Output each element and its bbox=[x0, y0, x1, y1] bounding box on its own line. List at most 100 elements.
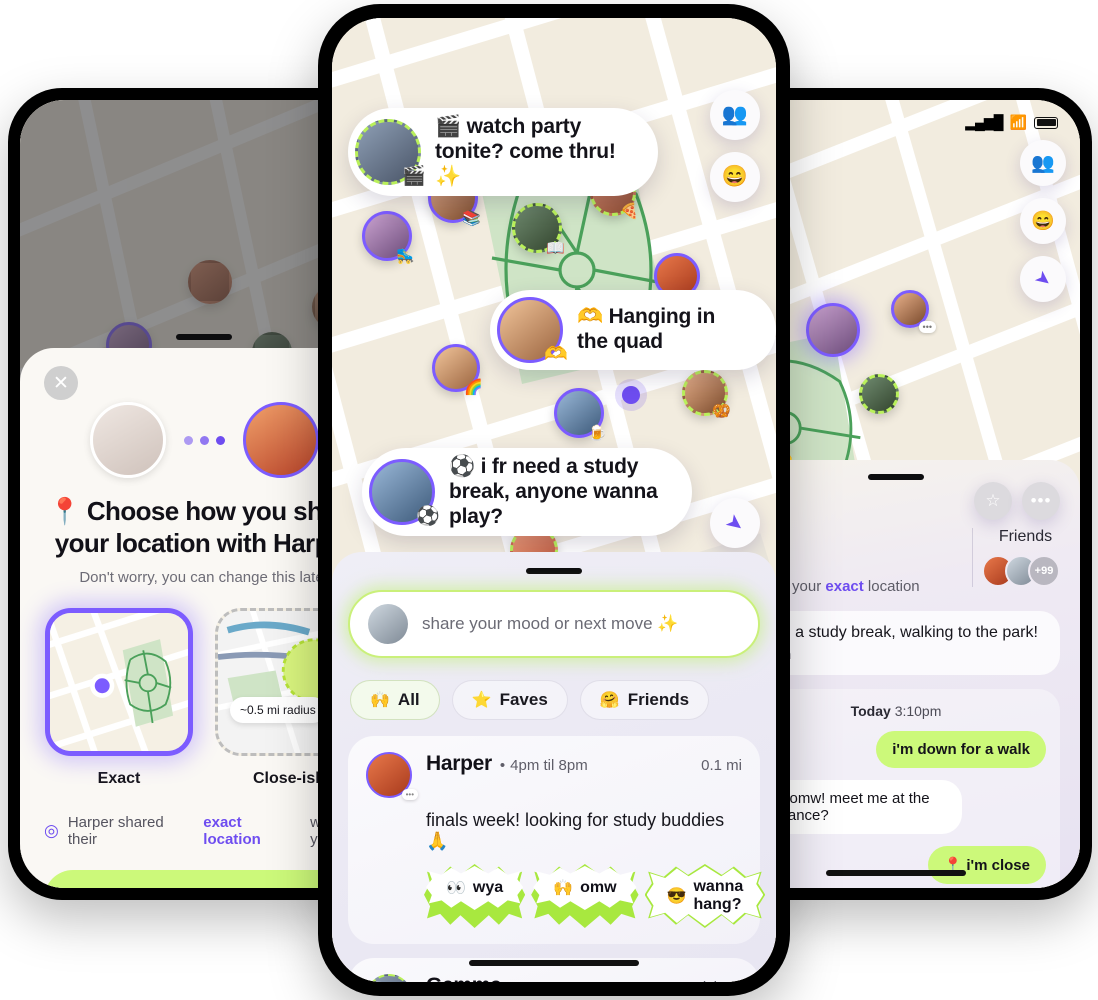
emoji-icon: 😄 bbox=[721, 165, 749, 188]
chat-bubble-badge: ••• bbox=[401, 789, 418, 800]
feed-card-header: ••• Harper • 4pm til 8pm 0.1 mi bbox=[366, 752, 742, 800]
people-icon: 👥 bbox=[1031, 153, 1055, 174]
map-pin[interactable]: 🥨 bbox=[682, 370, 731, 419]
self-location-dot bbox=[622, 386, 640, 404]
avatar-pair bbox=[44, 402, 364, 478]
page-subtitle: Don't worry, you can change this later bbox=[79, 569, 329, 587]
map-pin[interactable]: ••• bbox=[891, 290, 936, 333]
emoji-badge: 🌈 bbox=[464, 379, 483, 396]
visibility-suffix: location bbox=[863, 578, 920, 595]
center-bottom-sheet: share your mood or next move ✨ 🙌 All ⭐ F… bbox=[332, 552, 776, 982]
fab-locate[interactable]: ➤ bbox=[710, 498, 760, 548]
avatar[interactable]: 🫶 bbox=[497, 297, 568, 365]
chat-message-out: i'm down for a walk bbox=[876, 731, 1046, 768]
sharing-options: Exact ~0.5 mi radius Close-ish bbox=[44, 608, 364, 788]
emoji-badge: 🎬 bbox=[402, 166, 426, 188]
chat-message-out: 📍 i'm close bbox=[927, 846, 1046, 884]
fab-locate[interactable]: ➤ bbox=[1020, 256, 1066, 302]
more-button[interactable]: ••• bbox=[1022, 482, 1060, 520]
reaction-emoji: 😎 bbox=[666, 888, 687, 905]
filter-label: Friends bbox=[627, 690, 690, 709]
avatar-self bbox=[368, 604, 408, 644]
home-indicator bbox=[826, 870, 966, 876]
avatar-friend bbox=[242, 402, 319, 478]
center-screen: 📚 🛼 📖 🍕 ••• 🌈 🍺 bbox=[332, 18, 776, 982]
day-time: 3:10pm bbox=[894, 703, 942, 719]
visibility-link[interactable]: exact bbox=[825, 578, 863, 595]
filter-faves[interactable]: ⭐ Faves bbox=[451, 680, 568, 720]
sharing-note: ◎ Harper shared their exact location wit… bbox=[44, 814, 364, 848]
emoji-badge: 🍕 bbox=[620, 203, 639, 220]
done-button[interactable]: Done bbox=[44, 870, 364, 888]
emoji-badge: 📚 bbox=[462, 210, 481, 227]
filter-label: All bbox=[397, 690, 420, 709]
fab-people[interactable]: 👥 bbox=[1020, 140, 1066, 186]
reaction-label: omw bbox=[580, 879, 617, 896]
friends-avatar-stack: +99 bbox=[982, 555, 1060, 587]
fab-emoji[interactable]: 😄 bbox=[710, 152, 760, 202]
avatar[interactable]: ⚽ bbox=[369, 459, 440, 527]
sheet-grabber[interactable] bbox=[868, 474, 924, 480]
feed-card[interactable]: ••• Harper • 4pm til 8pm 0.1 mi finals w… bbox=[348, 736, 764, 944]
reaction-button[interactable]: 👀 wya bbox=[426, 866, 524, 926]
reaction-emoji: 👀 bbox=[446, 880, 466, 897]
day-separator: Today 3:10pm bbox=[746, 703, 1046, 719]
note-prefix: Harper shared their bbox=[67, 814, 164, 849]
composer[interactable]: share your mood or next move ✨ bbox=[348, 590, 760, 658]
feed-reactions: 👀 wya 🙌 omw 😎 wanna hang? bbox=[426, 866, 764, 926]
hug-icon: 🤗 bbox=[599, 692, 620, 709]
sheet-grabber[interactable] bbox=[176, 334, 232, 340]
map-message-text: ⚽ i fr need a study break, anyone wanna … bbox=[449, 455, 658, 528]
avatar[interactable]: ••• bbox=[366, 752, 418, 800]
feed-distance: 2ish mi bbox=[694, 979, 742, 982]
star-icon: ⭐ bbox=[471, 692, 492, 709]
friends-summary[interactable]: Friends +99 bbox=[972, 528, 1060, 587]
status-post-time: 3:04pm bbox=[748, 647, 1044, 662]
map-pin[interactable]: 🍺 bbox=[554, 388, 607, 441]
map-message-bubble[interactable]: 🎬 🎬 watch party tonite? come thru! ✨ bbox=[348, 108, 658, 197]
sheet-grabber[interactable] bbox=[526, 568, 582, 574]
battery-icon bbox=[1034, 116, 1058, 129]
avatar[interactable]: 🎬 bbox=[355, 119, 426, 187]
status-post-text: taking a study break, walking to the par… bbox=[748, 624, 1038, 641]
note-link[interactable]: exact location bbox=[203, 814, 301, 848]
composer-input[interactable]: share your mood or next move ✨ bbox=[422, 614, 678, 634]
fab-people[interactable]: 👥 bbox=[710, 90, 760, 140]
map-message-bubble[interactable]: ⚽ ⚽ i fr need a study break, anyone wann… bbox=[362, 448, 692, 537]
target-icon: ◎ bbox=[44, 821, 59, 841]
option-label: Exact bbox=[97, 770, 141, 788]
home-indicator bbox=[469, 960, 639, 966]
avatar[interactable] bbox=[366, 974, 412, 982]
option-exact[interactable]: Exact bbox=[45, 608, 193, 788]
emoji-badge: 🛼 bbox=[396, 248, 415, 265]
screenshot-stage: ✕ 📍 Choose how you share your location w… bbox=[0, 0, 1098, 1000]
reaction-button[interactable]: 😎 wanna hang? bbox=[646, 866, 764, 926]
star-icon: ☆ bbox=[985, 491, 1001, 510]
status-bar: ▂▄▆█ 📶 bbox=[965, 114, 1058, 131]
reaction-button[interactable]: 🙌 omw bbox=[533, 866, 637, 926]
map-pin[interactable]: 🌈 bbox=[432, 344, 483, 396]
feed-time: 4pm til 8pm bbox=[510, 757, 588, 774]
favorite-button[interactable]: ☆ bbox=[974, 482, 1012, 520]
filter-label: Faves bbox=[499, 690, 548, 709]
phone-center: 📚 🛼 📖 🍕 ••• 🌈 🍺 bbox=[318, 4, 790, 996]
map-message-text: 🎬 watch party tonite? come thru! ✨ bbox=[435, 115, 616, 188]
map-pin[interactable]: 📖 bbox=[512, 203, 565, 256]
fab-emoji[interactable]: 😄 bbox=[1020, 198, 1066, 244]
close-button[interactable]: ✕ bbox=[44, 366, 78, 400]
page-title: 📍 Choose how you share your location wit… bbox=[48, 496, 360, 558]
map-pin[interactable] bbox=[859, 374, 899, 414]
emoji-badge: 🫶 bbox=[544, 344, 568, 365]
feed-separator: • bbox=[499, 757, 506, 774]
feed-author: Harper bbox=[426, 752, 492, 775]
day-label: Today bbox=[850, 703, 891, 719]
people-icon: 👥 bbox=[721, 103, 749, 126]
map-pin-selected[interactable] bbox=[806, 303, 860, 357]
map-message-bubble[interactable]: 🫶 🫶 Hanging in the quad bbox=[490, 290, 776, 370]
filter-all[interactable]: 🙌 All bbox=[350, 680, 440, 720]
feed-distance: 0.1 mi bbox=[701, 757, 742, 774]
map-pin[interactable]: 🛼 bbox=[362, 211, 415, 265]
avatar-self bbox=[89, 402, 166, 478]
friends-overflow: +99 bbox=[1028, 555, 1060, 587]
filter-friends[interactable]: 🤗 Friends bbox=[579, 680, 710, 720]
